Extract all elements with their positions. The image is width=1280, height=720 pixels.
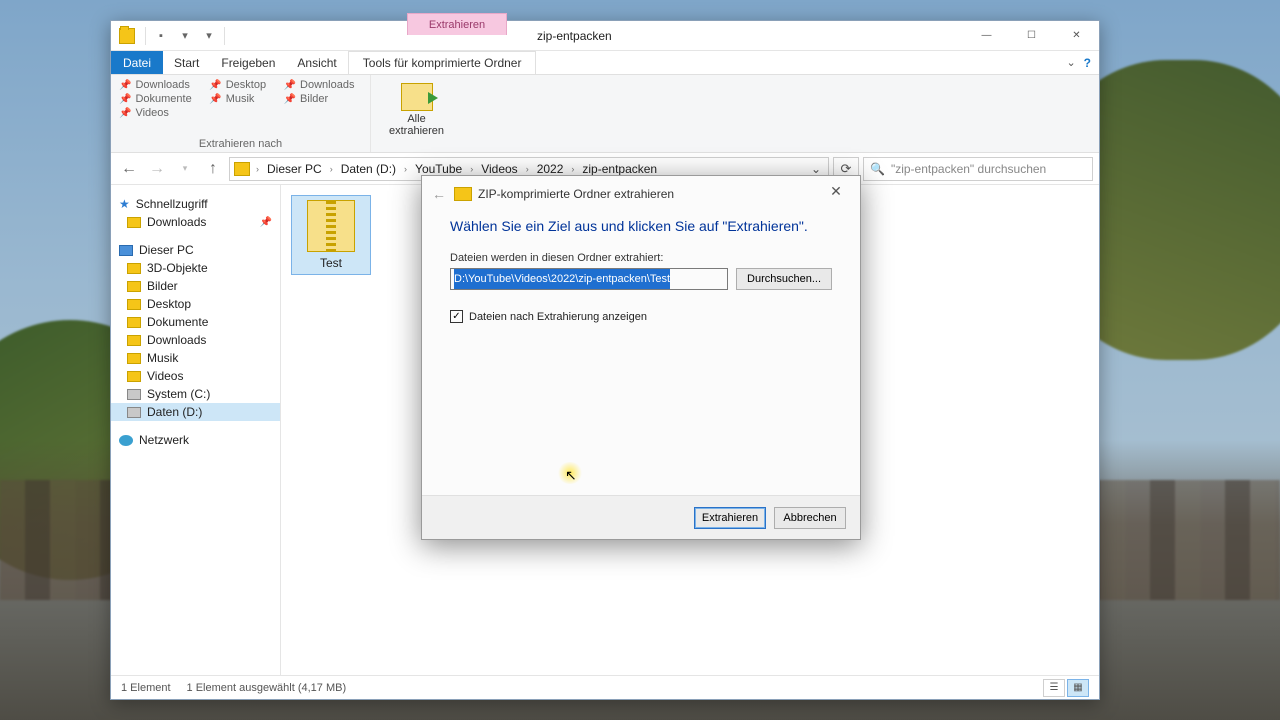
show-files-checkbox-row[interactable]: ✓ Dateien nach Extrahierung anzeigen ↖ [450,310,832,323]
nav-up[interactable]: ↑ [201,157,225,181]
view-icons-button[interactable]: ▦ [1067,679,1089,697]
sidebar-item-system-c[interactable]: System (C:) [111,385,280,403]
dest-bilder[interactable]: 📌Bilder [284,93,362,105]
bc-seg[interactable]: 2022 [533,162,568,176]
zip-file-icon [307,200,355,252]
search-input[interactable]: 🔍 "zip-entpacken" durchsuchen [863,157,1093,181]
extract-all-icon [401,83,433,111]
tab-start[interactable]: Start [163,51,210,74]
sidebar-item-videos[interactable]: Videos [111,367,280,385]
status-selection: 1 Element ausgewählt (4,17 MB) [187,682,347,694]
dest-desktop[interactable]: 📌Desktop [209,79,273,91]
folder-icon [119,28,135,44]
qa-properties-icon[interactable]: ▪ [150,25,172,47]
checkbox-label: Dateien nach Extrahierung anzeigen [469,311,647,323]
dest-musik[interactable]: 📌Musik [209,93,273,105]
close-button[interactable]: ✕ [1054,21,1099,50]
breadcrumb-dropdown-icon[interactable]: ⌄ [806,162,826,176]
view-details-button[interactable]: ☰ [1043,679,1065,697]
chevron-right-icon[interactable]: › [254,164,261,174]
search-icon: 🔍 [870,162,885,176]
sidebar: ★Schnellzugriff Downloads📌 Dieser PC 3D-… [111,185,281,675]
nav-back[interactable]: ← [117,157,141,181]
nav-forward[interactable]: → [145,157,169,181]
checkbox-checked-icon[interactable]: ✓ [450,310,463,323]
tab-share[interactable]: Freigeben [210,51,286,74]
sidebar-quick-access[interactable]: ★Schnellzugriff [111,195,280,213]
file-item-test[interactable]: Test [291,195,371,275]
search-placeholder: "zip-entpacken" durchsuchen [891,162,1046,176]
context-tab-header: Extrahieren [407,13,507,35]
sidebar-item-bilder[interactable]: Bilder [111,277,280,295]
cursor-icon: ↖ [565,467,577,484]
bc-seg[interactable]: Daten (D:) [337,162,400,176]
sidebar-item-desktop[interactable]: Desktop [111,295,280,313]
sidebar-item-dokumente[interactable]: Dokumente [111,313,280,331]
titlebar[interactable]: ▪ ▾ ▾ Extrahieren zip-entpacken — ☐ ✕ [111,21,1099,51]
statusbar: 1 Element 1 Element ausgewählt (4,17 MB)… [111,675,1099,699]
folder-icon [454,187,472,201]
dest-dokumente[interactable]: 📌Dokumente [119,93,199,105]
qa-dropdown-icon[interactable]: ▾ [174,25,196,47]
tab-file[interactable]: Datei [111,51,163,74]
sidebar-item-musik[interactable]: Musik [111,349,280,367]
folder-icon [234,162,250,176]
extract-all-button[interactable]: Alle extrahieren [379,79,454,137]
bc-seg[interactable]: zip-entpacken [578,162,661,176]
browse-button[interactable]: Durchsuchen... [736,268,832,290]
ribbon-body: 📌Downloads 📌Desktop 📌Downloads 📌Dokument… [111,75,1099,153]
status-count: 1 Element [121,682,171,694]
sidebar-network[interactable]: Netzwerk [111,431,280,449]
destination-path-input[interactable]: D:\YouTube\Videos\2022\zip-entpacken\Tes… [450,268,728,290]
cursor-highlight [557,462,583,484]
window-title: zip-entpacken [537,29,612,43]
qa-customize-icon[interactable]: ▾ [198,25,220,47]
maximize-button[interactable]: ☐ [1009,21,1054,50]
minimize-button[interactable]: — [964,21,1009,50]
sidebar-this-pc[interactable]: Dieser PC [111,241,280,259]
bc-seg[interactable]: Dieser PC [263,162,326,176]
extract-button[interactable]: Extrahieren [694,507,766,529]
tab-view[interactable]: Ansicht [286,51,347,74]
file-label: Test [320,256,342,270]
dest-videos[interactable]: 📌Videos [119,107,199,119]
tab-compressed-tools[interactable]: Tools für komprimierte Ordner [348,51,537,74]
dest-downloads2[interactable]: 📌Downloads [284,79,362,91]
sidebar-item-daten-d[interactable]: Daten (D:) [111,403,280,421]
nav-recent-icon[interactable]: ▾ [173,157,197,181]
dialog-back-icon[interactable]: ← [432,186,446,202]
ribbon-tabs: Datei Start Freigeben Ansicht Tools für … [111,51,1099,75]
extract-dialog: ← ZIP-komprimierte Ordner extrahieren ✕ … [421,175,861,540]
ribbon-collapse-icon[interactable]: ⌄ [1066,56,1075,69]
help-icon[interactable]: ? [1084,56,1091,70]
dialog-field-label: Dateien werden in diesen Ordner extrahie… [450,252,832,264]
dest-downloads[interactable]: 📌Downloads [119,79,199,91]
cancel-button[interactable]: Abbrechen [774,507,846,529]
dialog-heading: Wählen Sie ein Ziel aus und klicken Sie … [450,218,832,234]
ribbon-group-label: Extrahieren nach [119,136,362,150]
sidebar-item-downloads2[interactable]: Downloads [111,331,280,349]
bc-seg[interactable]: YouTube [411,162,466,176]
bc-seg[interactable]: Videos [477,162,521,176]
dialog-title: ZIP-komprimierte Ordner extrahieren [478,187,674,201]
dialog-close-button[interactable]: ✕ [816,177,856,205]
sidebar-item-downloads[interactable]: Downloads📌 [111,213,280,231]
sidebar-item-3d[interactable]: 3D-Objekte [111,259,280,277]
